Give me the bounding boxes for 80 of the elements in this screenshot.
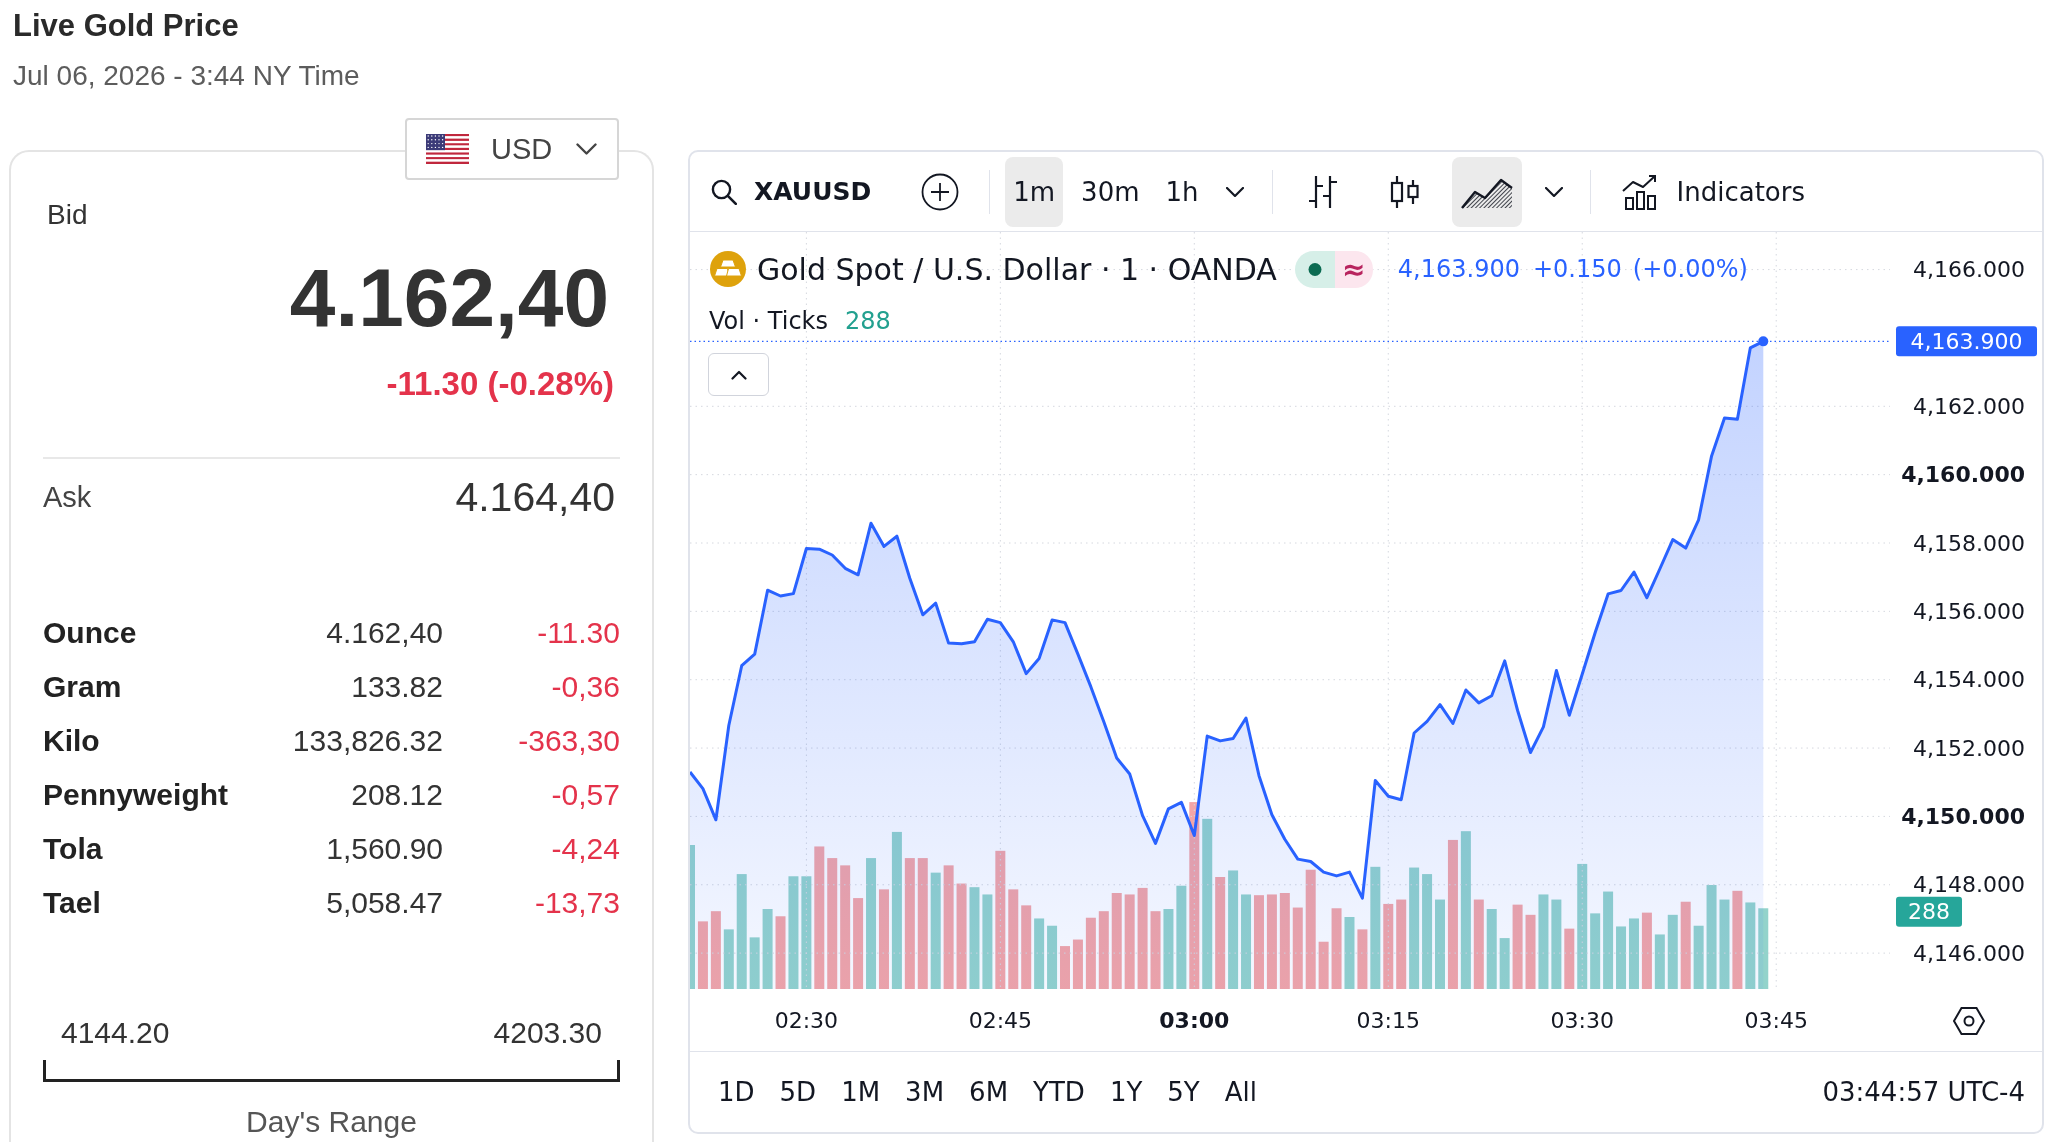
range-button[interactable]: 6M xyxy=(957,1068,1021,1116)
volume-title: Vol · Ticks xyxy=(709,307,828,335)
current-price-tag: 4,163.900 xyxy=(1896,326,2037,357)
chevron-up-icon xyxy=(730,369,747,380)
unit-price: 1,560.90 xyxy=(326,832,443,866)
unit-change: -4,24 xyxy=(551,832,620,866)
legend-change-percent: (+0.00%) xyxy=(1632,255,1748,283)
timestamp-text: Jul 06, 2026 - 3:44 NY Time xyxy=(13,59,360,93)
unit-change: -13,73 xyxy=(534,886,620,920)
symbol-search-button[interactable]: XAUUSD xyxy=(701,156,882,227)
interval-button[interactable]: 1m xyxy=(1005,156,1064,227)
price-axis-label: 4,146.000 xyxy=(1913,940,2025,966)
status-symbol: ≈ xyxy=(1334,250,1373,288)
range-button[interactable]: 3M xyxy=(893,1068,957,1116)
price-axis-label: 4,156.000 xyxy=(1913,598,2025,624)
unit-change: -11.30 xyxy=(537,616,620,650)
range-label: Day's Range xyxy=(246,1104,417,1140)
chart-type-button[interactable] xyxy=(1451,156,1522,227)
unit-price: 133.82 xyxy=(351,670,443,704)
price-axis-label: 4,162.000 xyxy=(1913,393,2025,419)
chevron-down-icon xyxy=(576,143,598,155)
unit-price: 133,826.32 xyxy=(292,724,443,758)
settings-icon[interactable] xyxy=(1952,1007,1986,1035)
time-axis-label: 03:00 xyxy=(1159,1007,1230,1033)
interval-button[interactable]: 30m xyxy=(1073,156,1148,227)
price-axis-label: 4,148.000 xyxy=(1913,872,2025,898)
unit-price: 4.162,40 xyxy=(326,616,443,650)
unit-change: -0,36 xyxy=(551,670,620,704)
candlestick-icon xyxy=(1388,174,1421,209)
unit-change: -363,30 xyxy=(518,724,620,758)
unit-price: 5,058.47 xyxy=(326,886,443,920)
price-change: -11.30 (-0.28%) xyxy=(386,364,614,404)
symbol-title: Gold Spot / U.S. Dollar · 1 · OANDA xyxy=(757,251,1277,287)
bid-label: Bid xyxy=(46,198,88,232)
ask-price: 4.164,40 xyxy=(455,473,615,521)
price-axis-label: 4,160.000 xyxy=(1901,462,2025,488)
price-axis-label: 4,166.000 xyxy=(1913,257,2025,283)
unit-price: 208.12 xyxy=(351,778,443,812)
interval-button[interactable]: 1h xyxy=(1157,156,1207,227)
chevron-down-icon xyxy=(1225,186,1244,197)
unit-name: Kilo xyxy=(43,724,100,758)
ask-label: Ask xyxy=(43,480,92,514)
page-title: Live Gold Price xyxy=(13,8,239,44)
price-axis-label: 4,154.000 xyxy=(1913,667,2025,693)
unit-name: Tola xyxy=(43,832,103,866)
range-button[interactable]: 5Y xyxy=(1155,1068,1212,1116)
chevron-down-icon xyxy=(1544,186,1563,197)
clock-text: 03:44:57 UTC-4 xyxy=(1822,1077,2025,1107)
unit-name: Tael xyxy=(43,886,101,920)
range-low: 4144.20 xyxy=(61,1015,170,1051)
range-button[interactable]: YTD xyxy=(1021,1068,1097,1116)
unit-change: -0,57 xyxy=(551,778,620,812)
price-axis-label: 4,150.000 xyxy=(1901,803,2025,829)
range-button[interactable]: 1Y xyxy=(1097,1068,1155,1116)
time-axis-label: 03:45 xyxy=(1744,1007,1808,1033)
range-button[interactable]: 5D xyxy=(767,1068,829,1116)
range-high: 4203.30 xyxy=(493,1015,602,1051)
legend-change: +0.150 xyxy=(1532,255,1622,283)
legend-price: 4,163.900 xyxy=(1397,255,1520,283)
time-axis-label: 02:45 xyxy=(968,1007,1033,1033)
ingot-icon xyxy=(710,251,746,287)
indicators-button[interactable]: Indicators xyxy=(1611,156,1815,227)
time-axis-label: 03:30 xyxy=(1550,1007,1614,1033)
range-button[interactable]: All xyxy=(1212,1068,1269,1116)
price-axis-label: 4,158.000 xyxy=(1913,530,2025,556)
unit-name: Pennyweight xyxy=(43,778,229,812)
time-axis-label: 02:30 xyxy=(774,1007,839,1033)
plus-circle-icon xyxy=(921,172,960,211)
price-axis-label: 4,152.000 xyxy=(1913,735,2025,761)
bid-price: 4.162,40 xyxy=(289,253,609,343)
unit-name: Ounce xyxy=(43,616,137,650)
unit-name: Gram xyxy=(43,670,122,704)
time-axis-label: 03:15 xyxy=(1356,1007,1420,1033)
volume-tag: 288 xyxy=(1896,896,1962,927)
flag-icon xyxy=(426,134,469,164)
range-button[interactable]: 1D xyxy=(706,1068,767,1116)
search-icon xyxy=(711,178,737,205)
currency-dropdown[interactable]: USD xyxy=(405,118,619,180)
volume-value: 288 xyxy=(845,307,891,335)
range-button[interactable]: 1M xyxy=(829,1068,893,1116)
